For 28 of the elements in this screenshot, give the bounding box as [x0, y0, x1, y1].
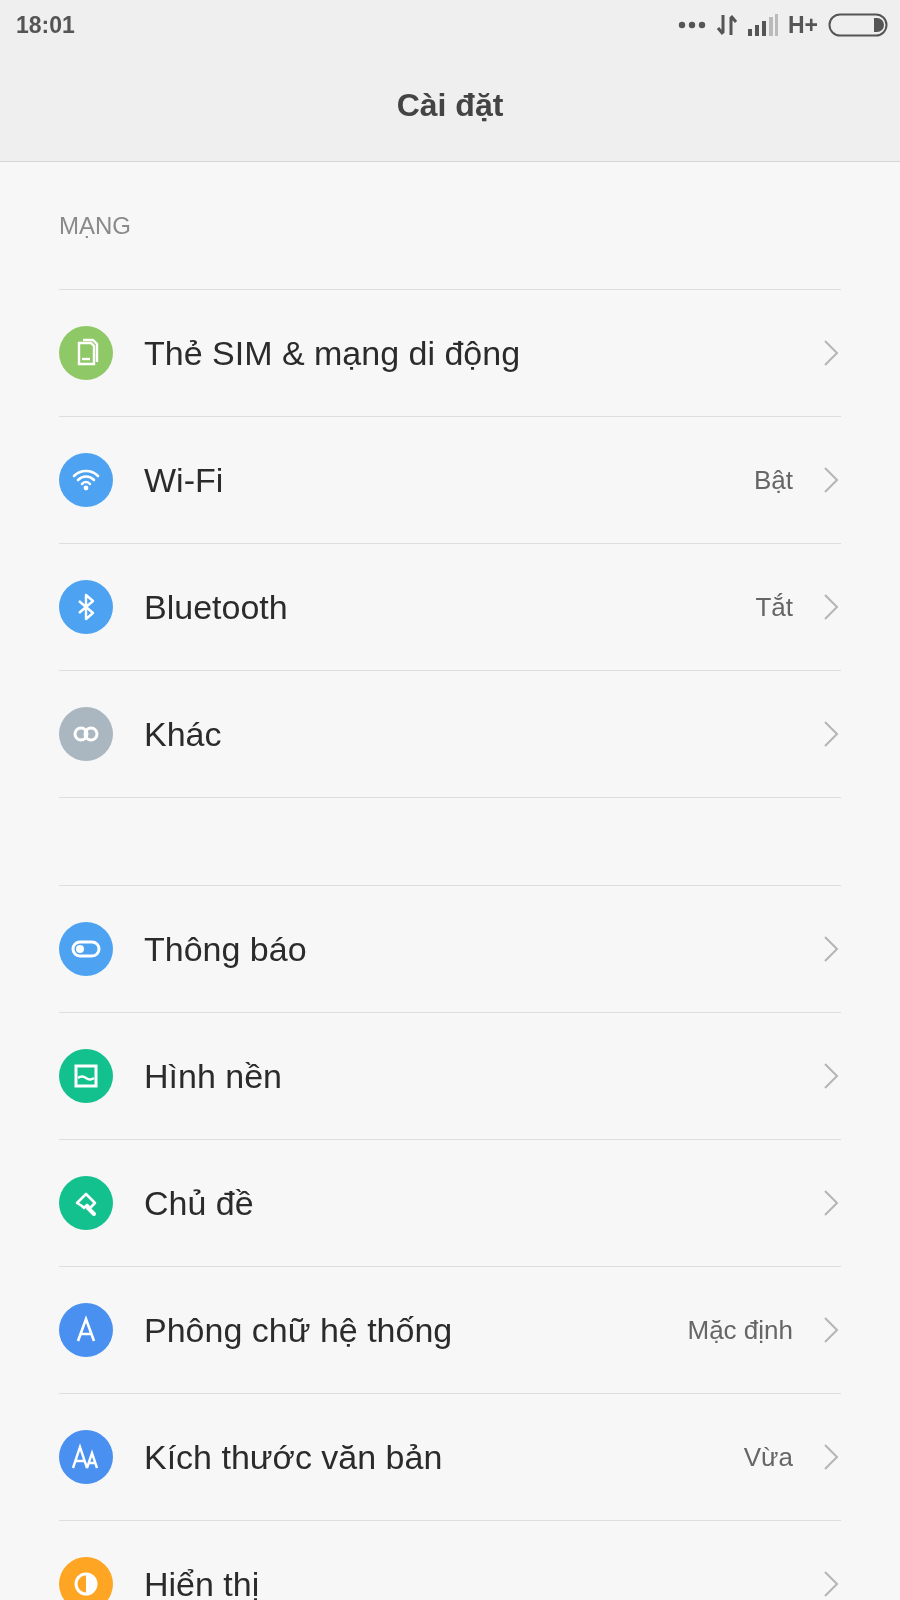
chevron-icon [823, 1316, 839, 1344]
chevron-icon [823, 466, 839, 494]
chevron-icon [823, 593, 839, 621]
status-time: 18:01 [16, 11, 75, 39]
signal-icon [747, 14, 778, 36]
battery-icon [828, 13, 888, 37]
settings-item[interactable]: Hiển thị [59, 1521, 841, 1600]
page-title: Cài đặt [396, 86, 504, 124]
chevron-icon [823, 720, 839, 748]
data-transfer-icon [715, 13, 738, 37]
settings-item[interactable]: Hình nền [59, 1013, 841, 1140]
settings-item[interactable]: Phông chữ hệ thống Mặc định [59, 1267, 841, 1394]
settings-item[interactable]: Bluetooth Tắt [59, 544, 841, 671]
chevron-icon [823, 1570, 839, 1598]
more-dots-icon [677, 21, 706, 29]
chevron-icon [823, 1189, 839, 1217]
chevron-icon [823, 1443, 839, 1471]
settings-item[interactable]: Thẻ SIM & mạng di động [59, 290, 841, 417]
chevron-icon [823, 1062, 839, 1090]
settings-item[interactable]: Thông báo [59, 886, 841, 1013]
chevron-icon [823, 339, 839, 367]
settings-item[interactable]: Kích thước văn bản Vừa [59, 1394, 841, 1521]
network-type: H+ [787, 11, 818, 39]
settings-item[interactable]: Khác [59, 671, 841, 798]
settings-item[interactable]: Chủ đề [59, 1140, 841, 1267]
section-label: MẠNG [59, 211, 131, 240]
chevron-icon [823, 935, 839, 963]
settings-item[interactable]: Wi-Fi Bật [59, 417, 841, 544]
